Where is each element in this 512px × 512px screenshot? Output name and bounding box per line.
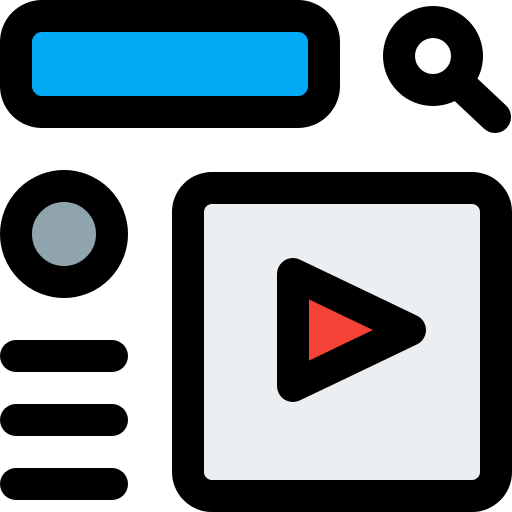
avatar-circle [0,170,128,298]
video-web-page-icon [0,0,512,512]
search-handle [446,70,511,133]
search-icon[interactable] [383,6,511,133]
icon-canvas [0,0,512,512]
search-bar[interactable] [0,0,340,128]
search-bar-fill [0,0,340,128]
avatar [0,170,128,298]
text-lines [0,340,128,500]
